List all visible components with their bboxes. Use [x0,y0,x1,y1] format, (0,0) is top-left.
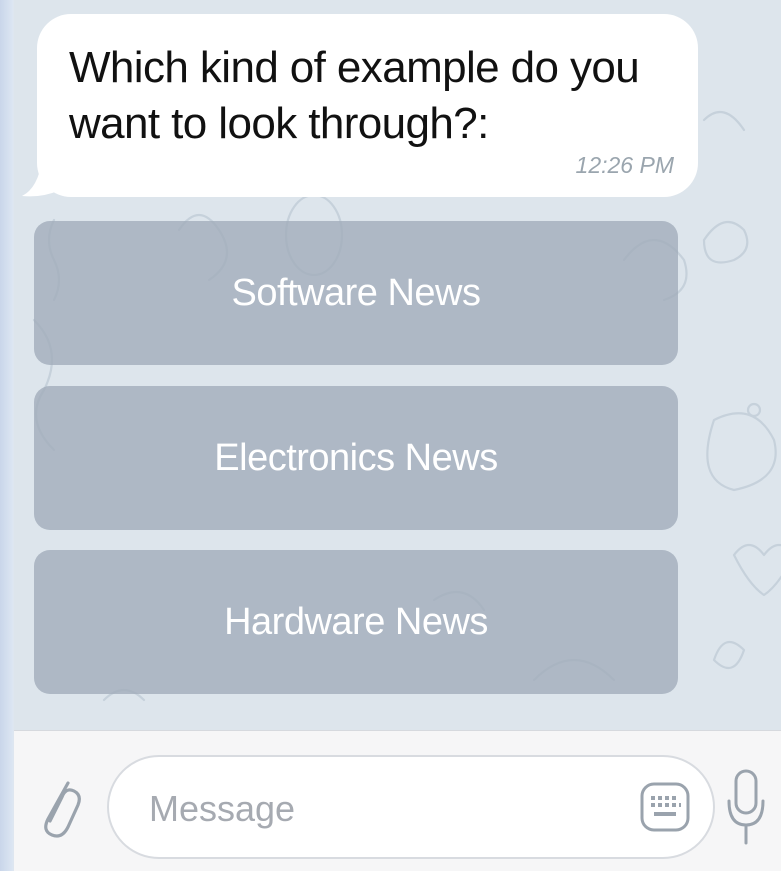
message-field [107,755,715,859]
chat-history[interactable]: Which kind of example do you want to loo… [14,0,781,730]
message-input[interactable] [147,781,621,837]
chat-screen: Which kind of example do you want to loo… [0,0,781,871]
message-input-bar [14,730,781,871]
paperclip-icon[interactable] [38,771,82,843]
microphone-icon[interactable] [726,767,766,847]
keyboard-icon[interactable] [639,781,691,833]
message-timestamp: 12:26 PM [575,152,674,178]
inline-button-software-news[interactable]: Software News [34,221,678,365]
message-text: Which kind of example do you want to loo… [69,43,640,148]
incoming-message-bubble: Which kind of example do you want to loo… [37,14,698,197]
inline-button-electronics-news[interactable]: Electronics News [34,386,678,530]
inline-button-hardware-news[interactable]: Hardware News [34,550,678,694]
bubble-tail [22,160,60,197]
